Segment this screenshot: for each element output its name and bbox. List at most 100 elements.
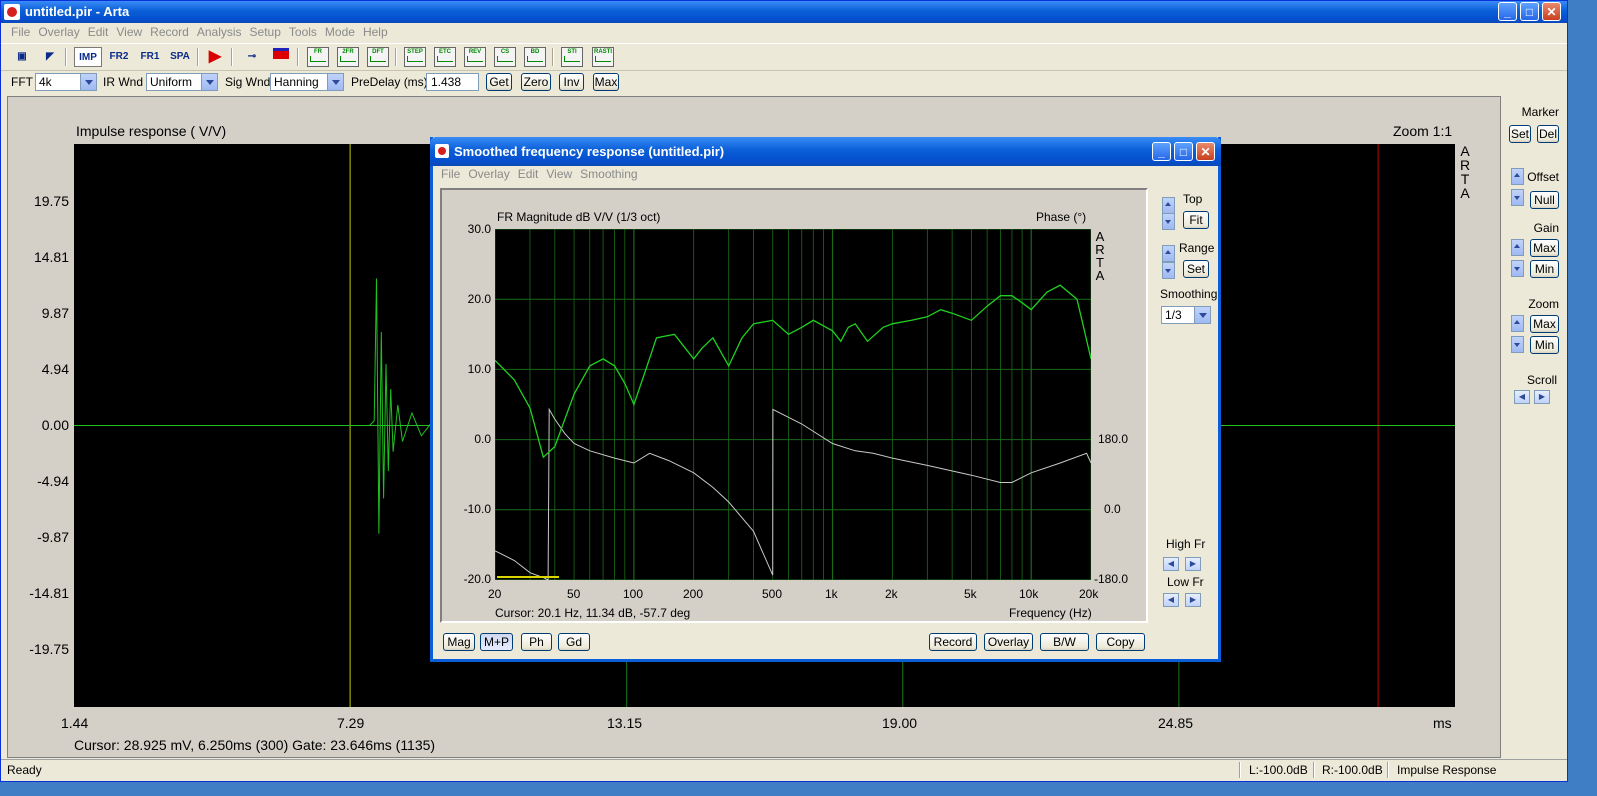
top-up-arrow-icon[interactable] <box>1162 197 1175 214</box>
gain-down-arrow-icon[interactable] <box>1511 260 1524 277</box>
menu-smoothing[interactable]: Smoothing <box>576 166 641 181</box>
freq-window-title-bar[interactable]: Smoothed frequency response (untitled.pi… <box>430 137 1221 166</box>
mag-button[interactable]: Mag <box>443 633 475 651</box>
dft-plot-button[interactable]: DFT <box>367 47 389 67</box>
mode-fr2-button[interactable]: FR2 <box>106 47 132 67</box>
status-bar: Ready L:-100.0dB R:-100.0dB Impulse Resp… <box>1 759 1567 781</box>
record-play-icon[interactable]: ▶ <box>204 47 226 67</box>
arta-letter: A <box>1095 268 1105 283</box>
close-button[interactable]: ✕ <box>1542 2 1561 21</box>
app-icon[interactable] <box>4 4 20 20</box>
fr-x-tick: 20k <box>1079 587 1099 601</box>
rasti-plot-button[interactable]: RASTI <box>592 47 614 67</box>
freq-response-plot[interactable] <box>495 229 1091 580</box>
rev-plot-button[interactable]: REV <box>464 47 486 67</box>
low-fr-left-icon[interactable]: ◀ <box>1163 593 1179 607</box>
overlay-button[interactable]: Overlay <box>984 633 1033 651</box>
zoom-min-button[interactable]: Min <box>1530 336 1559 354</box>
menu-view[interactable]: View <box>112 23 146 39</box>
predelay-input[interactable]: 1.438 <box>426 73 479 91</box>
scroll-right-icon[interactable]: ▶ <box>1534 390 1550 404</box>
step-plot-button[interactable]: STEP <box>404 47 426 67</box>
gain-max-button[interactable]: Max <box>1530 239 1559 257</box>
minimize-button[interactable]: _ <box>1498 2 1517 21</box>
mode-spa-button[interactable]: SPA <box>167 47 193 67</box>
record-button[interactable]: Record <box>929 633 977 651</box>
phase-button[interactable]: Ph <box>521 633 552 651</box>
range-up-arrow-icon[interactable] <box>1162 245 1175 262</box>
open-file-icon[interactable]: ▣ <box>11 47 33 67</box>
maximize-button[interactable]: □ <box>1174 142 1193 161</box>
app-icon[interactable] <box>435 144 449 158</box>
close-button[interactable]: ✕ <box>1196 142 1215 161</box>
ir-window-select[interactable]: Uniform <box>146 73 218 91</box>
bd-plot-button[interactable]: BD <box>524 47 546 67</box>
menu-file[interactable]: File <box>437 166 464 181</box>
menu-view[interactable]: View <box>542 166 576 181</box>
fit-button[interactable]: Fit <box>1183 211 1209 229</box>
copy-button[interactable]: Copy <box>1096 633 1145 651</box>
top-down-arrow-icon[interactable] <box>1162 213 1175 230</box>
range-set-button[interactable]: Set <box>1183 260 1209 278</box>
maximize-button[interactable]: □ <box>1520 2 1539 21</box>
zoom-max-button[interactable]: Max <box>1530 315 1559 333</box>
group-delay-button[interactable]: Gd <box>558 633 590 651</box>
mode-imp-button[interactable]: IMP <box>74 47 102 67</box>
zoom-down-arrow-icon[interactable] <box>1511 336 1524 353</box>
cs-plot-button[interactable]: CS <box>494 47 516 67</box>
title-bar[interactable]: untitled.pir - Arta _ □ ✕ <box>1 1 1567 23</box>
scroll-left-icon[interactable]: ◀ <box>1514 390 1530 404</box>
zoom-label: Zoom 1:1 <box>1393 123 1453 139</box>
get-button[interactable]: Get <box>486 73 512 91</box>
smoothing-select[interactable]: 1/3 <box>1161 306 1211 324</box>
chevron-down-icon[interactable] <box>1194 307 1210 323</box>
high-fr-left-icon[interactable]: ◀ <box>1163 557 1179 571</box>
offset-down-arrow-icon[interactable] <box>1511 189 1524 206</box>
marker-set-button[interactable]: Set <box>1509 125 1531 143</box>
bw-button[interactable]: B/W <box>1040 633 1089 651</box>
range-down-arrow-icon[interactable] <box>1162 262 1175 279</box>
inv-button[interactable]: Inv <box>559 73 584 91</box>
sti-plot-button[interactable]: STI <box>561 47 583 67</box>
chevron-down-icon[interactable] <box>80 74 96 90</box>
menu-setup[interactable]: Setup <box>246 23 285 39</box>
high-fr-right-icon[interactable]: ▶ <box>1185 557 1201 571</box>
chevron-down-icon[interactable] <box>327 74 343 90</box>
low-fr-right-icon[interactable]: ▶ <box>1185 593 1201 607</box>
menu-tools[interactable]: Tools <box>285 23 321 39</box>
zoom-up-arrow-icon[interactable] <box>1511 315 1524 332</box>
level-meter-icon[interactable] <box>270 47 292 67</box>
menu-record[interactable]: Record <box>146 23 193 39</box>
fft-select[interactable]: 4k <box>35 73 97 91</box>
mag-phase-button[interactable]: M+P <box>480 633 513 651</box>
menu-file[interactable]: File <box>7 23 34 39</box>
fr-plot-button[interactable]: FR <box>307 47 329 67</box>
menu-overlay[interactable]: Overlay <box>464 166 513 181</box>
status-mode: Impulse Response <box>1397 763 1497 777</box>
zero-button[interactable]: Zero <box>521 73 551 91</box>
max-button[interactable]: Max <box>593 73 619 91</box>
magnitude-trace <box>495 284 1091 459</box>
gain-min-button[interactable]: Min <box>1530 260 1559 278</box>
menu-overlay[interactable]: Overlay <box>34 23 83 39</box>
generator-icon[interactable]: ◤ <box>39 47 61 67</box>
gain-up-arrow-icon[interactable] <box>1511 239 1524 256</box>
menu-analysis[interactable]: Analysis <box>193 23 246 39</box>
etc-plot-button[interactable]: ETC <box>434 47 456 67</box>
marker-del-button[interactable]: Del <box>1537 125 1559 143</box>
marker-icon[interactable]: ⊸ <box>241 47 263 67</box>
mode-fr1-button[interactable]: FR1 <box>137 47 163 67</box>
sig-window-select[interactable]: Hanning <box>270 73 344 91</box>
predelay-label: PreDelay (ms) <box>351 75 428 89</box>
menu-help[interactable]: Help <box>359 23 392 39</box>
chevron-down-icon[interactable] <box>201 74 217 90</box>
offset-label: Offset <box>1527 170 1559 184</box>
offset-null-button[interactable]: Null <box>1530 191 1559 209</box>
minimize-button[interactable]: _ <box>1152 142 1171 161</box>
menu-edit[interactable]: Edit <box>514 166 543 181</box>
phase-tick: 0.0 <box>1104 502 1121 516</box>
menu-mode[interactable]: Mode <box>321 23 359 39</box>
status-divider <box>1239 762 1241 778</box>
menu-edit[interactable]: Edit <box>84 23 113 39</box>
2fr-plot-button[interactable]: 2FR <box>337 47 359 67</box>
